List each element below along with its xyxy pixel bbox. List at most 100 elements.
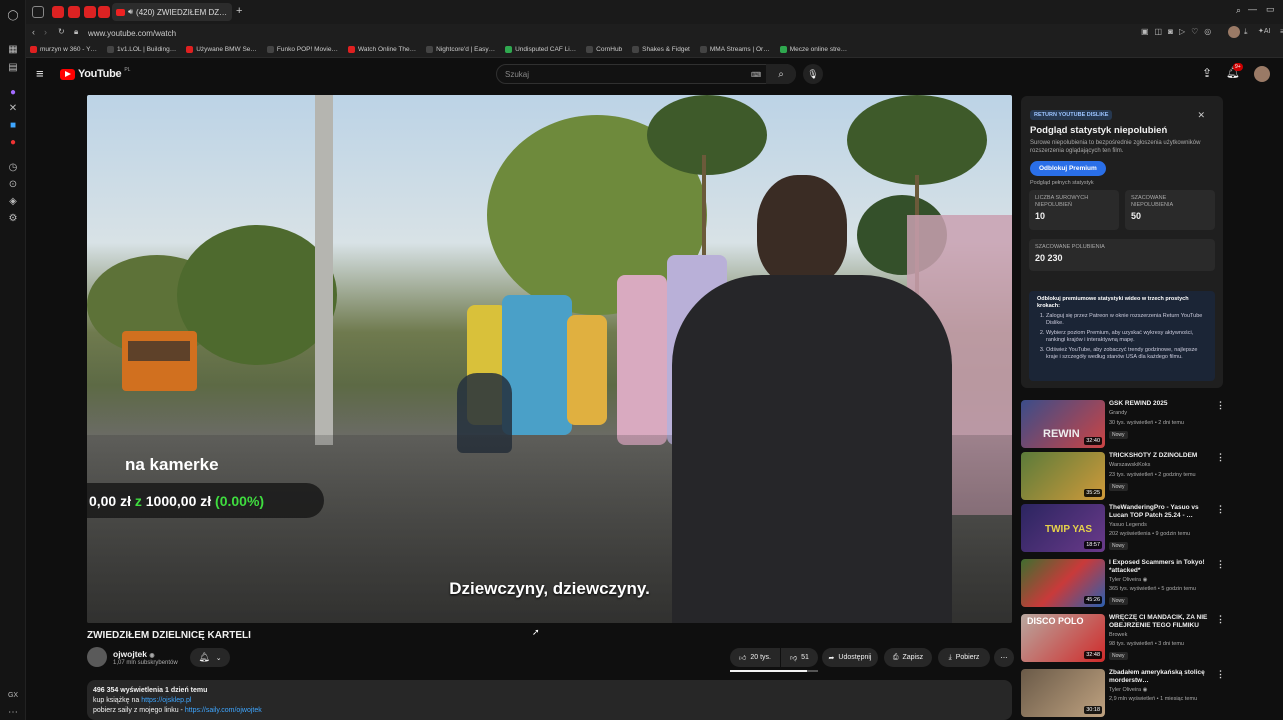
subscription-bell-button[interactable]: 🔔︎ ⌄	[190, 648, 230, 667]
upload-icon[interactable]: ⇪	[1202, 66, 1212, 80]
bookmark-item[interactable]: Shakes & Fidget	[632, 46, 690, 53]
sidebar-bookmarks-icon[interactable]: ▤	[6, 60, 20, 74]
reload-icon[interactable]: ↻	[58, 27, 65, 36]
recommendation-item[interactable]: DISCO POLO 32:48 WRĘCZĘ CI MANDACIK, ZA N…	[1021, 614, 1226, 664]
speaker-icon: 🔊︎	[128, 7, 134, 16]
bookmark-item[interactable]: Nightcore'd | Easy…	[426, 46, 495, 53]
bookmark-item[interactable]: Mecze online stre…	[779, 46, 847, 53]
bookmark-item[interactable]: murzyn w 360 - Y…	[30, 46, 97, 53]
video-thumbnail[interactable]: 35:25	[1021, 452, 1105, 500]
voice-search-button[interactable]: 🎙︎	[803, 64, 823, 84]
bookmark-item[interactable]: Funko POP! Movie…	[266, 46, 338, 53]
video-thumbnail[interactable]: REWIN 32:40	[1021, 400, 1105, 448]
sidebar-red-app-icon[interactable]: ●	[6, 135, 20, 149]
bookmark-item[interactable]: CornHub	[586, 46, 622, 53]
account-avatar[interactable]	[1254, 66, 1270, 82]
tab-search-icon[interactable]: ⌕	[1236, 5, 1241, 16]
description-link[interactable]: https://ojsklep.pl	[141, 697, 191, 704]
recommendation-item[interactable]: 35:25 TRICKSHOTY Z DZINOLDEM WarszawskiK…	[1021, 452, 1226, 502]
download-button[interactable]: ⤓ Pobierz	[938, 648, 990, 667]
video-player[interactable]: na kamerke 0,00 zł z 1000,00 zł (0.00%) …	[87, 95, 1012, 623]
hamburger-menu-icon[interactable]: ≡	[36, 66, 44, 81]
recommendation-item[interactable]: 30:18 Zbadałem amerykańską stolicę morde…	[1021, 669, 1226, 719]
sidebar-x-icon[interactable]: ✕	[6, 101, 20, 115]
video-description[interactable]: 496 354 wyświetlenia 1 dzień temu kup ks…	[87, 680, 1012, 720]
sidebar-gx-icon[interactable]: GX	[6, 688, 20, 702]
close-icon[interactable]: ✕	[1197, 110, 1205, 121]
sidebar-pin-icon[interactable]: ◈	[6, 194, 20, 208]
extensions-toolbar[interactable]: ▣◫◙▷♡◎	[1141, 27, 1217, 36]
forward-icon[interactable]: ›	[44, 27, 47, 37]
sidebar-app-icon[interactable]: ■	[6, 118, 20, 132]
video-thumbnail[interactable]: 30:18	[1021, 669, 1105, 717]
video-thumbnail[interactable]: DISCO POLO 32:48	[1021, 614, 1105, 662]
search-button[interactable]: ⌕	[766, 64, 796, 84]
tab-active[interactable]: 🔊︎ (420) ZWIEDZIŁEM DZ…	[112, 3, 232, 21]
dislike-button[interactable]: 👎︎ 51	[781, 648, 818, 667]
url-field[interactable]: www.youtube.com/watch	[88, 26, 1138, 40]
full-stats-link[interactable]: Podgląd pełnych statystyk	[1030, 180, 1214, 186]
video-thumbnail[interactable]: 45:26	[1021, 559, 1105, 607]
pinned-tab-youtube-4[interactable]	[98, 6, 110, 18]
more-options-icon[interactable]: ⋮	[1216, 614, 1225, 625]
new-badge: Nowy	[1109, 483, 1128, 491]
bookmark-item[interactable]: Używane BMW Se…	[186, 46, 257, 53]
ai-icon[interactable]: ✦AI	[1258, 27, 1270, 35]
keyboard-icon[interactable]: ⌨	[751, 71, 761, 79]
bookmark-icon	[106, 46, 114, 53]
new-tab-icon[interactable]: +	[236, 5, 242, 17]
recommendation-item[interactable]: REWIN 32:40 GSK REWIND 2025 Grandy 30 tys…	[1021, 400, 1226, 450]
recommendation-meta: 30 tys. wyświetleń • 2 dni temu	[1109, 420, 1184, 426]
tab-overview-icon[interactable]	[32, 6, 44, 18]
sidebar-speed-dial-icon[interactable]: ▦	[6, 42, 20, 56]
more-options-icon[interactable]: ⋮	[1216, 400, 1225, 411]
pinned-tab-youtube-2[interactable]	[68, 6, 80, 18]
browser-profile-avatar[interactable]	[1228, 26, 1240, 38]
description-link[interactable]: https://saily.com/ojwojtek	[185, 707, 262, 714]
minimize-icon[interactable]: —	[1248, 4, 1257, 14]
save-button[interactable]: ⎙ Zapisz	[884, 648, 932, 667]
browser-logo-icon[interactable]: ◯	[6, 8, 20, 22]
bookmark-icon	[699, 46, 707, 53]
recommendation-item[interactable]: 45:26 I Exposed Scammers in Tokyo! *atta…	[1021, 559, 1226, 609]
bookmark-item[interactable]: MMA Streams | Or…	[699, 46, 770, 53]
back-icon[interactable]: ‹	[32, 27, 35, 37]
sidebar-settings-icon[interactable]: ⚙	[6, 211, 20, 225]
bookmark-item[interactable]: Watch Online The…	[347, 46, 416, 53]
estimated-dislikes-box: SZACOWANE NIEPOLUBIENIA 50	[1125, 190, 1215, 230]
more-options-icon[interactable]: ⋮	[1216, 452, 1225, 463]
more-options-icon[interactable]: ⋮	[1216, 559, 1225, 570]
share-button[interactable]: ➦ Udostępnij	[822, 648, 878, 667]
bookmarks-bar: murzyn w 360 - Y… 1v1.LOL | Building… Uż…	[26, 42, 1283, 58]
maximize-icon[interactable]: ▭	[1266, 4, 1275, 15]
more-options-icon[interactable]: ⋮	[1216, 504, 1225, 515]
bookmark-item[interactable]: 1v1.LOL | Building…	[106, 46, 176, 53]
step-item: Zaloguj się przez Patreon w oknie rozsze…	[1046, 313, 1207, 327]
recommendation-channel: WarszawskiKoks	[1109, 462, 1151, 468]
youtube-logo[interactable]: YouTube PL	[60, 67, 130, 80]
like-button[interactable]: 👍︎ 20 tys.	[730, 648, 780, 667]
recommendation-meta: 23 tys. wyświetleń • 2 godziny temu	[1109, 472, 1196, 478]
sidebar-more-icon[interactable]: ⋯	[6, 705, 20, 719]
thumbs-down-icon: 👎︎	[790, 655, 798, 662]
premium-steps: Odblokuj premiumowe statystyki wideo w t…	[1029, 291, 1215, 381]
bookmark-icon	[505, 46, 513, 53]
channel-avatar[interactable]	[87, 647, 107, 667]
more-actions-button[interactable]: ⋯	[994, 648, 1014, 667]
unlock-premium-button[interactable]: Odblokuj Premium	[1030, 161, 1106, 176]
pinned-tab-youtube-1[interactable]	[52, 6, 64, 18]
bookmark-item[interactable]: Undisputed CAF Li…	[505, 46, 576, 53]
scene-trees	[177, 225, 337, 365]
sidebar-messenger-icon[interactable]: ●	[6, 85, 20, 99]
download-icon[interactable]: ⤓	[1244, 27, 1248, 37]
pinned-tab-youtube-3[interactable]	[84, 6, 96, 18]
sidebar-history-icon[interactable]: ◷	[6, 160, 20, 174]
channel-name[interactable]: ojwojtek ◉	[113, 649, 155, 659]
recommendation-item[interactable]: TWIP YAS 18:57 TheWanderingPro - Yasuo vs…	[1021, 504, 1226, 554]
tab-bar: 🔊︎ (420) ZWIEDZIŁEM DZ… + ⌕ — ▭ ✕	[26, 0, 1283, 24]
video-thumbnail[interactable]: TWIP YAS 18:57	[1021, 504, 1105, 552]
sidebar-clock-icon[interactable]: ⊙	[6, 177, 20, 191]
more-options-icon[interactable]: ⋮	[1216, 669, 1225, 680]
recommendation-channel: Grandy	[1109, 410, 1128, 416]
recommendation-title: TRICKSHOTY Z DZINOLDEM	[1109, 452, 1198, 459]
